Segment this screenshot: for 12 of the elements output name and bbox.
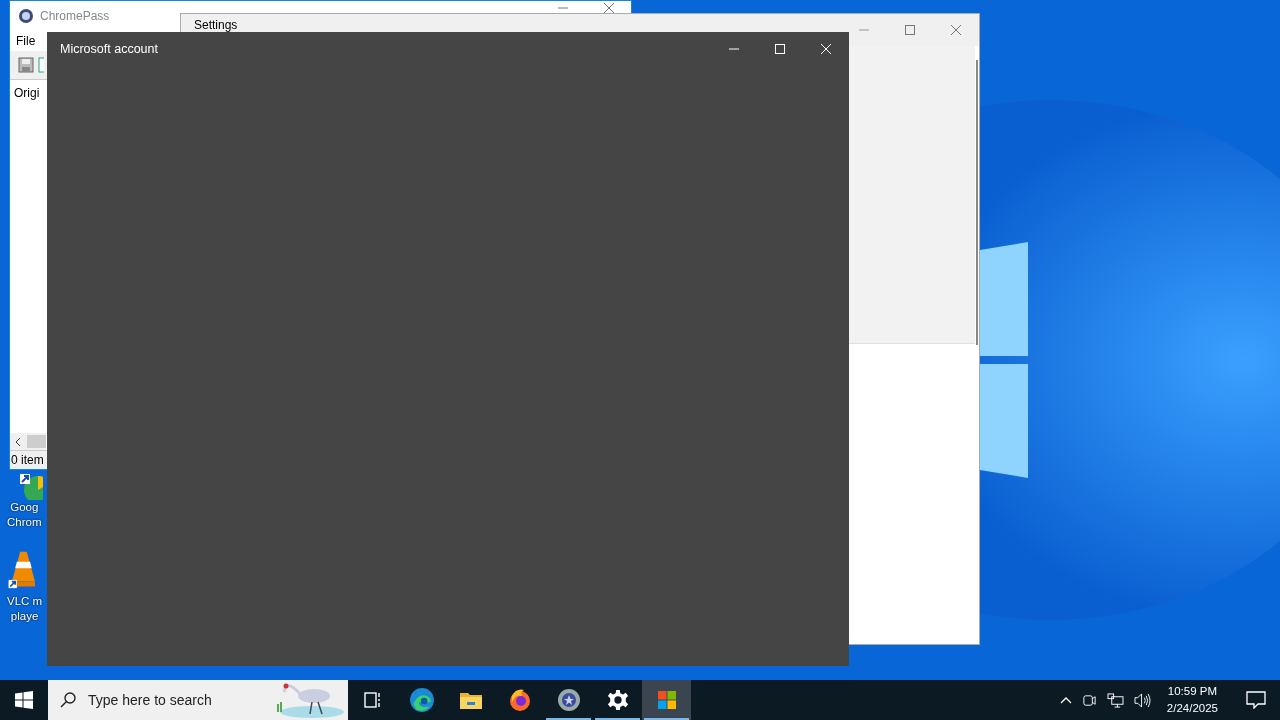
clock-time[interactable]: 10:59 PM bbox=[1167, 683, 1218, 700]
search-box[interactable]: Type here to search bbox=[48, 680, 348, 720]
menu-item[interactable]: File bbox=[14, 34, 38, 48]
window-title: ChromePass bbox=[40, 9, 110, 23]
icon-label[interactable]: Goog Chrom bbox=[7, 500, 42, 530]
status-text: 0 item bbox=[11, 453, 44, 467]
clock-date[interactable]: 2/24/2025 bbox=[1166, 700, 1218, 717]
icon-label[interactable]: VLC m playe bbox=[7, 594, 43, 624]
window-title: Microsoft account bbox=[60, 41, 158, 56]
window-title: Settings bbox=[193, 18, 238, 32]
search-input[interactable]: Type here to search bbox=[86, 691, 240, 709]
column-header[interactable]: Origi bbox=[10, 80, 44, 106]
